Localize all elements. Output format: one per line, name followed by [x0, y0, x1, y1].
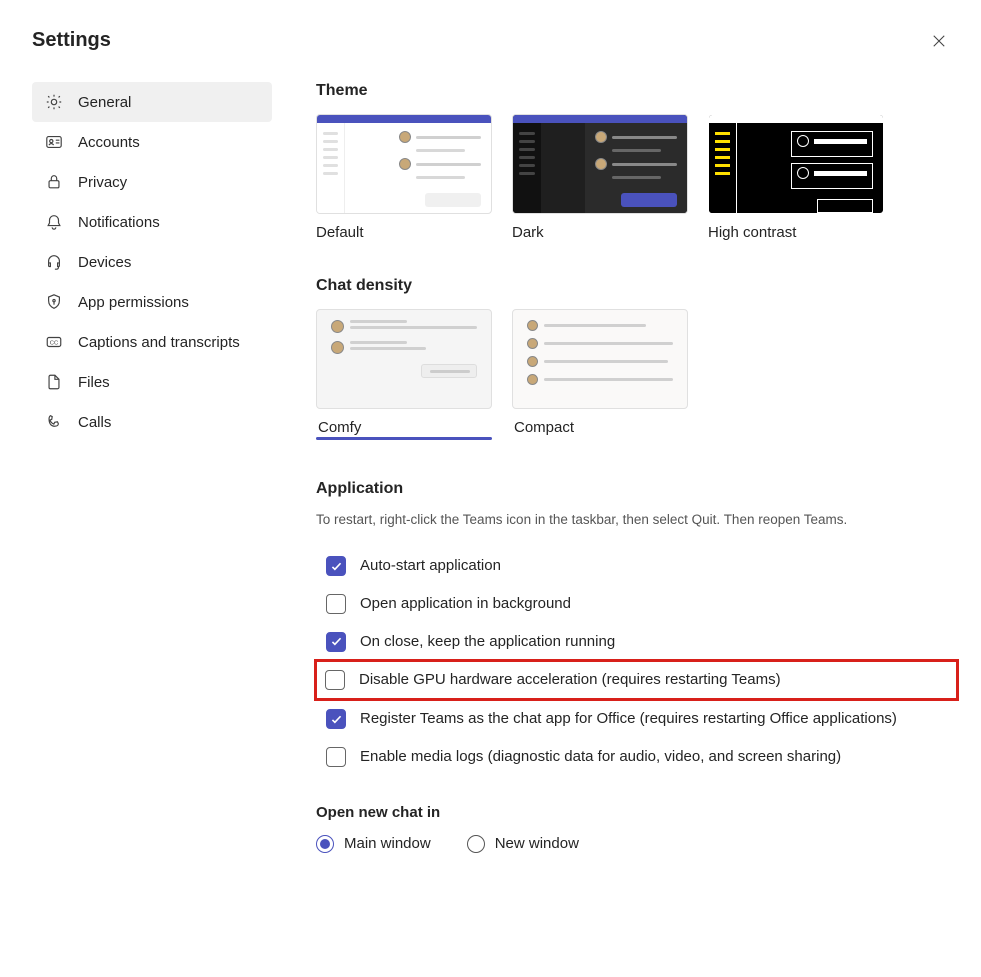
checkbox-label: On close, keep the application running: [360, 631, 615, 653]
radio-new-window[interactable]: New window: [467, 835, 579, 853]
sidebar-item-devices[interactable]: Devices: [32, 242, 272, 282]
sidebar-item-label: General: [78, 94, 131, 111]
checkbox-label: Auto-start application: [360, 555, 501, 577]
checkbox-label: Register Teams as the chat app for Offic…: [360, 708, 897, 730]
id-card-icon: [44, 132, 64, 152]
checkbox-auto-start[interactable]: Auto-start application: [316, 547, 957, 585]
density-option-compact[interactable]: Compact: [512, 309, 688, 436]
sidebar-item-label: App permissions: [78, 294, 189, 311]
density-option-comfy[interactable]: Comfy: [316, 309, 492, 436]
density-preview-comfy: [316, 309, 492, 409]
sidebar-item-files[interactable]: Files: [32, 362, 272, 402]
checkbox-label: Disable GPU hardware acceleration (requi…: [359, 669, 781, 691]
density-preview-compact: [512, 309, 688, 409]
page-title: Settings: [32, 29, 111, 52]
svg-text:CC: CC: [50, 341, 58, 347]
phone-icon: [44, 412, 64, 432]
checkbox-label: Enable media logs (diagnostic data for a…: [360, 746, 841, 768]
checkbox-icon: [326, 556, 346, 576]
bell-icon: [44, 212, 64, 232]
cc-icon: CC: [44, 332, 64, 352]
sidebar-item-label: Files: [78, 374, 110, 391]
theme-option-default[interactable]: Default: [316, 114, 492, 241]
theme-option-high-contrast[interactable]: High contrast: [708, 114, 884, 241]
checkbox-keep-running[interactable]: On close, keep the application running: [316, 623, 957, 661]
sidebar-item-privacy[interactable]: Privacy: [32, 162, 272, 202]
radio-icon: [467, 835, 485, 853]
sidebar-item-label: Captions and transcripts: [78, 334, 240, 351]
shield-key-icon: [44, 292, 64, 312]
sidebar-item-captions[interactable]: CC Captions and transcripts: [32, 322, 272, 362]
checkbox-icon: [326, 594, 346, 614]
checkbox-icon: [325, 670, 345, 690]
checkbox-icon: [326, 632, 346, 652]
theme-section-title: Theme: [316, 82, 957, 100]
radio-icon: [316, 835, 334, 853]
radio-label: New window: [495, 835, 579, 852]
theme-label: Default: [316, 224, 492, 241]
lock-icon: [44, 172, 64, 192]
headset-icon: [44, 252, 64, 272]
theme-preview-default: [316, 114, 492, 214]
sidebar-item-label: Devices: [78, 254, 131, 271]
settings-sidebar: General Accounts Privacy Notifications D…: [32, 82, 272, 853]
chat-density-section-title: Chat density: [316, 277, 957, 295]
sidebar-item-label: Notifications: [78, 214, 160, 231]
sidebar-item-label: Calls: [78, 414, 111, 431]
file-icon: [44, 372, 64, 392]
checkbox-disable-gpu[interactable]: Disable GPU hardware acceleration (requi…: [314, 659, 959, 701]
density-label: Comfy: [316, 419, 492, 436]
density-label: Compact: [512, 419, 688, 436]
checkbox-icon: [326, 709, 346, 729]
open-new-chat-title: Open new chat in: [316, 804, 957, 821]
sidebar-item-label: Privacy: [78, 174, 127, 191]
application-section-title: Application: [316, 480, 957, 498]
sidebar-item-label: Accounts: [78, 134, 140, 151]
sidebar-item-general[interactable]: General: [32, 82, 272, 122]
theme-option-dark[interactable]: Dark: [512, 114, 688, 241]
checkbox-icon: [326, 747, 346, 767]
close-icon: [932, 34, 946, 51]
gear-icon: [44, 92, 64, 112]
sidebar-item-notifications[interactable]: Notifications: [32, 202, 272, 242]
radio-label: Main window: [344, 835, 431, 852]
radio-main-window[interactable]: Main window: [316, 835, 431, 853]
checkbox-open-background[interactable]: Open application in background: [316, 585, 957, 623]
checkbox-label: Open application in background: [360, 593, 571, 615]
application-hint: To restart, right-click the Teams icon i…: [316, 512, 957, 527]
sidebar-item-accounts[interactable]: Accounts: [32, 122, 272, 162]
theme-label: High contrast: [708, 224, 884, 241]
theme-label: Dark: [512, 224, 688, 241]
theme-preview-dark: [512, 114, 688, 214]
checkbox-register-office[interactable]: Register Teams as the chat app for Offic…: [316, 700, 957, 738]
theme-preview-high-contrast: [708, 114, 884, 214]
sidebar-item-calls[interactable]: Calls: [32, 402, 272, 442]
sidebar-item-app-permissions[interactable]: App permissions: [32, 282, 272, 322]
checkbox-media-logs[interactable]: Enable media logs (diagnostic data for a…: [316, 738, 957, 776]
close-button[interactable]: [929, 32, 949, 52]
